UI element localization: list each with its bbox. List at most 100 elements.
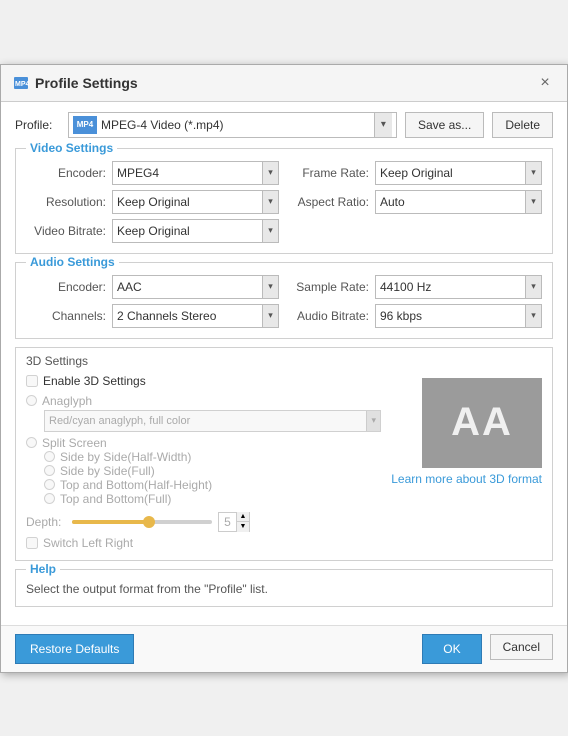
- aspect-ratio-label: Aspect Ratio:: [289, 195, 369, 209]
- dialog-footer: Restore Defaults OK Cancel: [1, 625, 567, 672]
- audio-encoder-row: Encoder: AAC: [26, 275, 279, 299]
- audio-settings-section: Audio Settings Encoder: AAC Chan: [15, 262, 553, 339]
- depth-value-box: 5 ▲ ▼: [218, 512, 250, 532]
- video-bitrate-select[interactable]: Keep Original: [112, 219, 279, 243]
- sample-rate-dropdown-arrow[interactable]: [525, 276, 541, 298]
- delete-button[interactable]: Delete: [492, 112, 553, 138]
- sample-rate-select[interactable]: 44100 Hz: [375, 275, 542, 299]
- side-by-side-full-radio[interactable]: [44, 465, 55, 476]
- 3d-preview: AA: [422, 378, 542, 468]
- encoder-label: Encoder:: [26, 166, 106, 180]
- anaglyph-option-text: Red/cyan anaglyph, full color: [45, 415, 366, 427]
- video-bitrate-row: Video Bitrate: Keep Original: [26, 219, 279, 243]
- audio-bitrate-row: Audio Bitrate: 96 kbps: [289, 304, 542, 328]
- audio-bitrate-dropdown-arrow[interactable]: [525, 305, 541, 327]
- top-bottom-half-label: Top and Bottom(Half-Height): [60, 478, 212, 492]
- cancel-button[interactable]: Cancel: [490, 634, 553, 660]
- audio-encoder-value: AAC: [113, 280, 262, 294]
- audio-settings-title: Audio Settings: [26, 255, 119, 269]
- resolution-value: Keep Original: [113, 195, 262, 209]
- ok-button[interactable]: OK: [422, 634, 481, 664]
- anaglyph-option-select[interactable]: Red/cyan anaglyph, full color: [44, 410, 381, 432]
- switch-lr-label: Switch Left Right: [43, 536, 133, 550]
- resolution-dropdown-arrow[interactable]: [262, 191, 278, 213]
- audio-bitrate-value: 96 kbps: [376, 309, 525, 323]
- frame-rate-value: Keep Original: [376, 166, 525, 180]
- aspect-ratio-value: Auto: [376, 195, 525, 209]
- profile-dropdown-arrow[interactable]: [374, 113, 392, 137]
- anaglyph-row: Anaglyph: [26, 394, 381, 408]
- dialog-content: Profile: MP4 MPEG-4 Video (*.mp4) Save a…: [1, 102, 567, 625]
- close-button[interactable]: ×: [535, 73, 555, 93]
- enable-3d-checkbox[interactable]: [26, 375, 38, 387]
- top-bottom-full-row: Top and Bottom(Full): [44, 492, 381, 506]
- profile-row: Profile: MP4 MPEG-4 Video (*.mp4) Save a…: [15, 112, 553, 138]
- switch-lr-checkbox[interactable]: [26, 537, 38, 549]
- aspect-ratio-dropdown-arrow[interactable]: [525, 191, 541, 213]
- frame-rate-dropdown-arrow[interactable]: [525, 162, 541, 184]
- frame-rate-select[interactable]: Keep Original: [375, 161, 542, 185]
- learn-more-link[interactable]: Learn more about 3D format: [391, 472, 542, 486]
- depth-decrement-button[interactable]: ▼: [237, 522, 249, 532]
- profile-label: Profile:: [15, 118, 60, 132]
- enable-3d-label: Enable 3D Settings: [43, 374, 146, 388]
- dialog-title: Profile Settings: [35, 75, 138, 91]
- aspect-ratio-select[interactable]: Auto: [375, 190, 542, 214]
- dialog-icon: MP4: [13, 75, 29, 91]
- help-text: Select the output format from the "Profi…: [26, 576, 542, 596]
- profile-settings-dialog: MP4 Profile Settings × Profile: MP4 MPEG…: [0, 64, 568, 673]
- audio-settings-grid: Encoder: AAC Channels: 2 Channels Stereo: [26, 275, 542, 328]
- video-settings-section: Video Settings Encoder: MPEG4 Re: [15, 148, 553, 254]
- profile-select-text: MPEG-4 Video (*.mp4): [101, 118, 370, 132]
- 3d-settings-section: 3D Settings Enable 3D Settings Anaglyph: [15, 347, 553, 561]
- resolution-select[interactable]: Keep Original: [112, 190, 279, 214]
- video-bitrate-dropdown-arrow[interactable]: [262, 220, 278, 242]
- profile-select-wrapper: MP4 MPEG-4 Video (*.mp4): [68, 112, 397, 138]
- sample-rate-row: Sample Rate: 44100 Hz: [289, 275, 542, 299]
- 3d-settings-title: 3D Settings: [26, 354, 542, 368]
- frame-rate-row: Frame Rate: Keep Original: [289, 161, 542, 185]
- encoder-dropdown-arrow[interactable]: [262, 162, 278, 184]
- resolution-row: Resolution: Keep Original: [26, 190, 279, 214]
- split-screen-radio[interactable]: [26, 437, 37, 448]
- audio-bitrate-select[interactable]: 96 kbps: [375, 304, 542, 328]
- depth-slider-track[interactable]: [72, 520, 212, 524]
- video-bitrate-label: Video Bitrate:: [26, 224, 106, 238]
- top-bottom-full-radio[interactable]: [44, 493, 55, 504]
- top-bottom-half-row: Top and Bottom(Half-Height): [44, 478, 381, 492]
- audio-bitrate-label: Audio Bitrate:: [289, 309, 369, 323]
- encoder-select[interactable]: MPEG4: [112, 161, 279, 185]
- aspect-ratio-row: Aspect Ratio: Auto: [289, 190, 542, 214]
- encoder-row: Encoder: MPEG4: [26, 161, 279, 185]
- audio-encoder-dropdown-arrow[interactable]: [262, 276, 278, 298]
- channels-dropdown-arrow[interactable]: [262, 305, 278, 327]
- anaglyph-radio[interactable]: [26, 395, 37, 406]
- audio-encoder-select[interactable]: AAC: [112, 275, 279, 299]
- anaglyph-label: Anaglyph: [42, 394, 92, 408]
- save-as-button[interactable]: Save as...: [405, 112, 484, 138]
- video-bitrate-value: Keep Original: [113, 224, 262, 238]
- title-bar: MP4 Profile Settings ×: [1, 65, 567, 102]
- preview-text: AA: [451, 400, 513, 445]
- depth-increment-button[interactable]: ▲: [237, 512, 249, 522]
- side-by-side-full-label: Side by Side(Full): [60, 464, 155, 478]
- channels-row: Channels: 2 Channels Stereo: [26, 304, 279, 328]
- split-screen-row: Split Screen: [26, 436, 381, 450]
- depth-slider-thumb[interactable]: [143, 516, 155, 528]
- depth-row: Depth: 5 ▲ ▼: [26, 512, 381, 532]
- restore-defaults-button[interactable]: Restore Defaults: [15, 634, 134, 664]
- video-settings-title: Video Settings: [26, 141, 117, 155]
- switch-lr-row: Switch Left Right: [26, 536, 381, 550]
- top-bottom-half-radio[interactable]: [44, 479, 55, 490]
- audio-encoder-label: Encoder:: [26, 280, 106, 294]
- help-section: Help Select the output format from the "…: [15, 569, 553, 607]
- depth-value: 5: [219, 515, 236, 529]
- anaglyph-dropdown-arrow[interactable]: [366, 411, 380, 431]
- side-by-side-half-radio[interactable]: [44, 451, 55, 462]
- frame-rate-label: Frame Rate:: [289, 166, 369, 180]
- depth-slider-fill: [72, 520, 149, 524]
- resolution-label: Resolution:: [26, 195, 106, 209]
- profile-select[interactable]: MP4 MPEG-4 Video (*.mp4): [68, 112, 397, 138]
- channels-select[interactable]: 2 Channels Stereo: [112, 304, 279, 328]
- mp4-icon: MP4: [73, 116, 97, 134]
